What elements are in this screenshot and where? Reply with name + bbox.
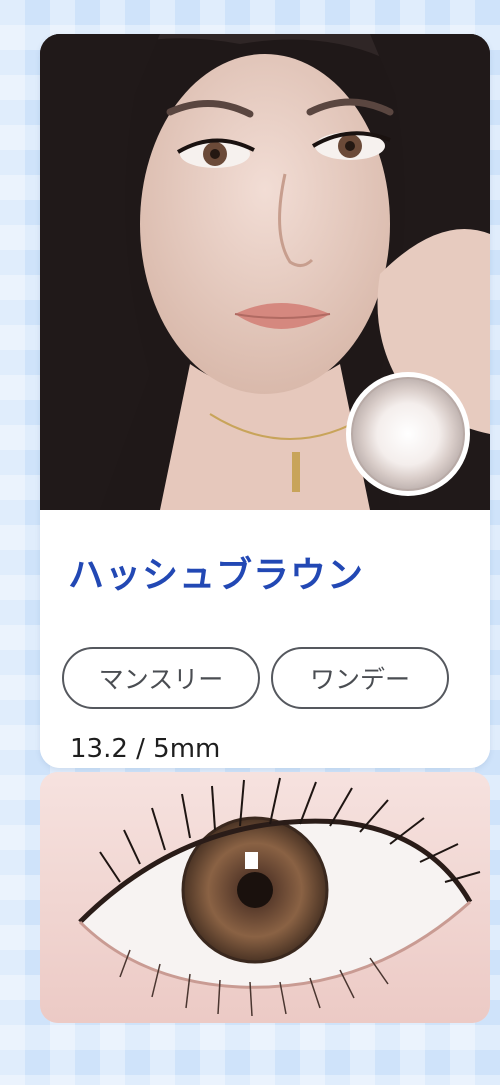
model-photo — [40, 34, 490, 510]
product-name: ハッシュブラウン — [68, 555, 365, 596]
tag-monthly[interactable]: マンスリー — [62, 647, 260, 709]
lens-spec: 13.2 / 5mm — [70, 734, 221, 764]
tag-list: マンスリー ワンデー — [62, 647, 449, 709]
product-card[interactable]: ハッシュブラウン マンスリー ワンデー 13.2 / 5mm — [40, 34, 490, 768]
tag-oneday[interactable]: ワンデー — [271, 647, 449, 709]
product-info: ハッシュブラウン マンスリー ワンデー 13.2 / 5mm — [40, 510, 490, 768]
eye-closeup-photo — [40, 772, 490, 1023]
